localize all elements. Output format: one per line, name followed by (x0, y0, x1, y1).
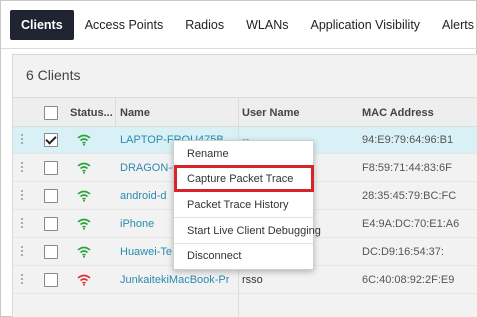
drag-handle-icon[interactable] (21, 162, 25, 174)
client-mac-address: 28:35:45:79:BC:FC (362, 190, 457, 202)
client-name-link[interactable]: JunkaitekiMacBook-Pr (120, 274, 229, 286)
column-header-mac-address[interactable]: MAC Address (362, 107, 434, 119)
menu-item-start-live-client-debugging[interactable]: Start Live Client Debugging (174, 219, 321, 244)
column-header-name[interactable]: Name (120, 107, 150, 119)
context-menu: Rename Capture Packet Trace Packet Trace… (173, 140, 321, 270)
row-checkbox[interactable] (44, 217, 58, 231)
client-name-link[interactable]: DRAGON-C (120, 162, 180, 174)
client-name-link[interactable]: iPhone (120, 218, 154, 230)
wifi-signal-icon (77, 274, 91, 286)
panel-title: 6 Clients (26, 67, 81, 83)
column-header-status[interactable]: Status... (70, 107, 113, 119)
tab-alerts[interactable]: Alerts (431, 10, 477, 40)
menu-item-disconnect[interactable]: Disconnect (174, 244, 313, 269)
tab-application-visibility[interactable]: Application Visibility (300, 10, 432, 40)
table-header: Status... Name User Name MAC Address (13, 97, 477, 128)
row-checkbox[interactable] (44, 133, 58, 147)
table-row[interactable]: JunkaitekiMacBook-Pr rsso 6C:40:08:92:2F:E… (13, 267, 477, 294)
wifi-signal-icon (77, 218, 91, 230)
row-checkbox[interactable] (44, 245, 58, 259)
menu-item-packet-trace-history[interactable]: Packet Trace History (174, 193, 313, 218)
drag-handle-icon[interactable] (21, 246, 25, 258)
column-header-user-name[interactable]: User Name (242, 107, 299, 119)
wifi-signal-icon (77, 246, 91, 258)
row-checkbox[interactable] (44, 273, 58, 287)
drag-handle-icon[interactable] (21, 134, 25, 146)
tab-bar: Clients Access Points Radios WLANs Appli… (1, 1, 477, 49)
tab-access-points[interactable]: Access Points (74, 10, 175, 40)
select-all-checkbox[interactable] (44, 106, 58, 120)
drag-handle-icon[interactable] (21, 190, 25, 202)
wifi-signal-icon (77, 162, 91, 174)
wifi-signal-icon (77, 134, 91, 146)
client-mac-address: 6C:40:08:92:2F:E9 (362, 274, 455, 286)
column-divider (115, 98, 116, 128)
menu-item-capture-packet-trace[interactable]: Capture Packet Trace (174, 167, 313, 192)
client-mac-address: 94:E9:79:64:96:B1 (362, 134, 454, 146)
client-mac-address: F8:59:71:44:83:6F (362, 162, 452, 174)
tab-radios[interactable]: Radios (174, 10, 235, 40)
row-checkbox[interactable] (44, 189, 58, 203)
row-checkbox[interactable] (44, 161, 58, 175)
menu-item-rename[interactable]: Rename (174, 142, 313, 167)
wifi-signal-icon (77, 190, 91, 202)
client-mac-address: DC:D9:16:54:37: (362, 246, 444, 258)
drag-handle-icon[interactable] (21, 274, 25, 286)
tab-wlans[interactable]: WLANs (235, 10, 299, 40)
tab-clients[interactable]: Clients (10, 9, 74, 40)
client-name-link[interactable]: android-d (120, 190, 166, 202)
client-user-name: rsso (242, 274, 263, 286)
drag-handle-icon[interactable] (21, 218, 25, 230)
client-name-link[interactable]: Huawei-Te (120, 246, 172, 258)
client-mac-address: E4:9A:DC:70:E1:A6 (362, 218, 460, 230)
